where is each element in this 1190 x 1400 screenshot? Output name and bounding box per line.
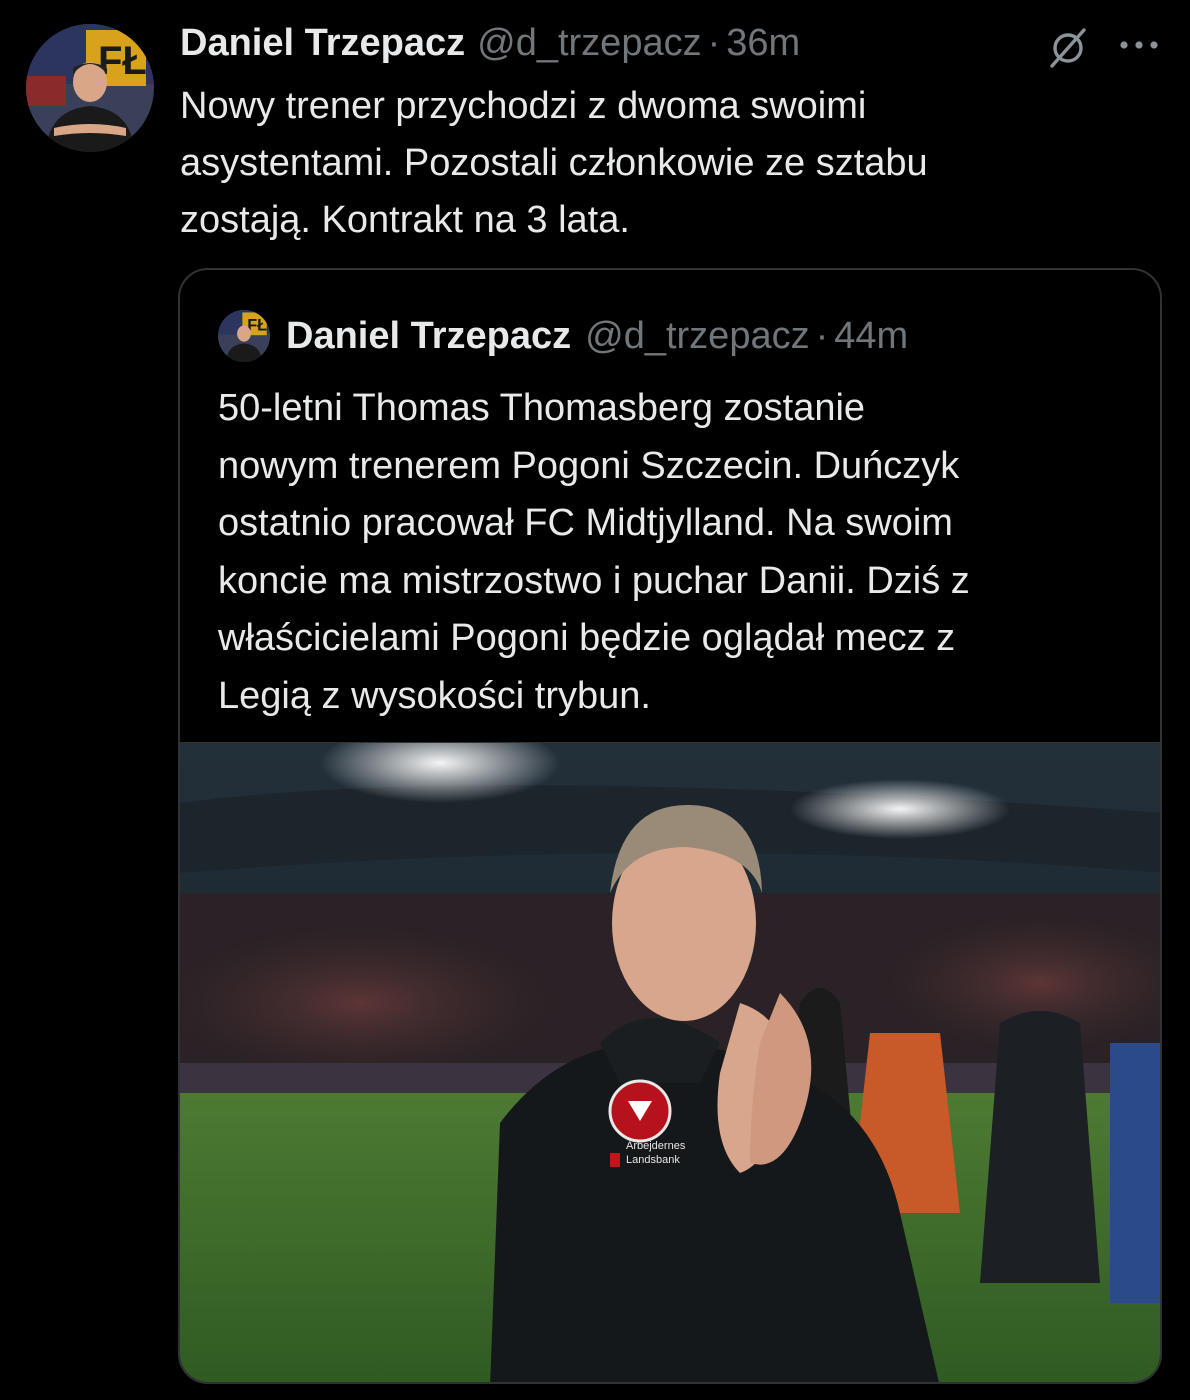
quoted-tweet-header: Daniel Trzepacz @d_trzepacz · 44m xyxy=(286,310,908,362)
author-handle[interactable]: @d_trzepacz xyxy=(477,22,701,65)
quoted-author-avatar: FŁ xyxy=(218,310,270,362)
author-display-name[interactable]: Daniel Trzepacz xyxy=(180,22,465,65)
tweet: FŁ Daniel Trzepacz @d_trzepacz · 36m Now… xyxy=(0,0,1190,1400)
jacket-sponsor-text-2: Landsbank xyxy=(626,1154,680,1166)
grok-icon[interactable] xyxy=(1046,26,1090,70)
tweet-header: Daniel Trzepacz @d_trzepacz · 36m xyxy=(180,22,800,70)
quoted-tweet-photo[interactable]: Arbejdernes Landsbank xyxy=(180,742,1160,1382)
quoted-tweet-card[interactable]: FŁ Daniel Trzepacz @d_trzepacz · 44m 50-… xyxy=(178,268,1162,1384)
quoted-author-handle: @d_trzepacz xyxy=(585,314,810,357)
tweet-text: Nowy trener przychodzi z dwoma swoimi as… xyxy=(180,85,928,241)
jacket-sponsor-text-1: Arbejdernes xyxy=(626,1140,686,1152)
tweet-timestamp[interactable]: 36m xyxy=(726,22,800,65)
more-icon[interactable] xyxy=(1116,30,1162,60)
quoted-author-display-name: Daniel Trzepacz xyxy=(286,314,572,357)
separator-dot: · xyxy=(707,22,721,64)
quoted-tweet-timestamp: 44m xyxy=(834,314,909,357)
author-avatar[interactable]: FŁ xyxy=(26,24,154,152)
quoted-separator-dot: · xyxy=(815,314,829,357)
quoted-tweet-text: 50-letni Thomas Thomasberg zostanie nowy… xyxy=(218,387,970,717)
